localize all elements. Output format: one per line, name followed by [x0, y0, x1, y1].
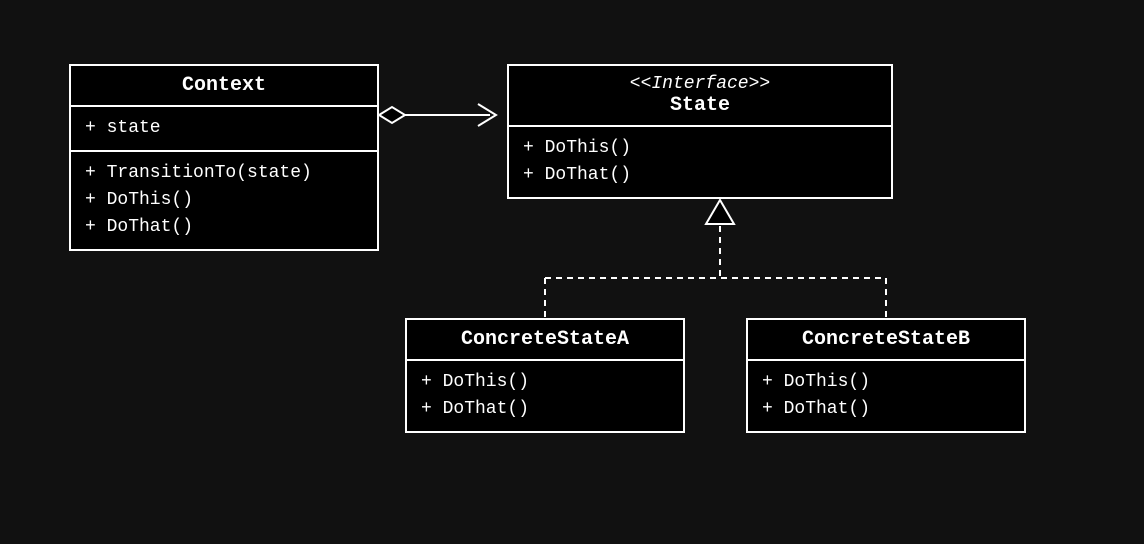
uml-methods: + DoThis() + DoThat() [407, 361, 683, 431]
uml-interface-state: <<Interface>> State + DoThis() + DoThat(… [507, 64, 893, 199]
uml-method: + DoThis() [85, 187, 363, 214]
uml-attributes: + state [71, 107, 377, 152]
uml-methods: + DoThis() + DoThat() [509, 127, 891, 197]
uml-method: + DoThat() [762, 396, 1010, 423]
uml-attribute: + state [85, 115, 363, 142]
uml-method: + DoThat() [85, 214, 363, 241]
uml-method: + DoThis() [523, 135, 877, 162]
uml-class-title: Context [71, 66, 377, 107]
aggregation-connector-icon [379, 104, 496, 126]
uml-class-title: ConcreteStateA [407, 320, 683, 361]
uml-class-title: <<Interface>> State [509, 66, 891, 127]
uml-class-concrete-state-b: ConcreteStateB + DoThis() + DoThat() [746, 318, 1026, 433]
uml-stereotype: <<Interface>> [521, 74, 879, 94]
uml-class-name: State [670, 94, 730, 117]
uml-class-title: ConcreteStateB [748, 320, 1024, 361]
uml-class-context: Context + state + TransitionTo(state) + … [69, 64, 379, 251]
uml-method: + DoThis() [762, 369, 1010, 396]
uml-method: + TransitionTo(state) [85, 160, 363, 187]
uml-method: + DoThat() [421, 396, 669, 423]
uml-method: + DoThat() [523, 162, 877, 189]
realization-connector-icon [545, 200, 886, 318]
uml-method: + DoThis() [421, 369, 669, 396]
uml-methods: + TransitionTo(state) + DoThis() + DoTha… [71, 152, 377, 249]
uml-class-concrete-state-a: ConcreteStateA + DoThis() + DoThat() [405, 318, 685, 433]
uml-methods: + DoThis() + DoThat() [748, 361, 1024, 431]
